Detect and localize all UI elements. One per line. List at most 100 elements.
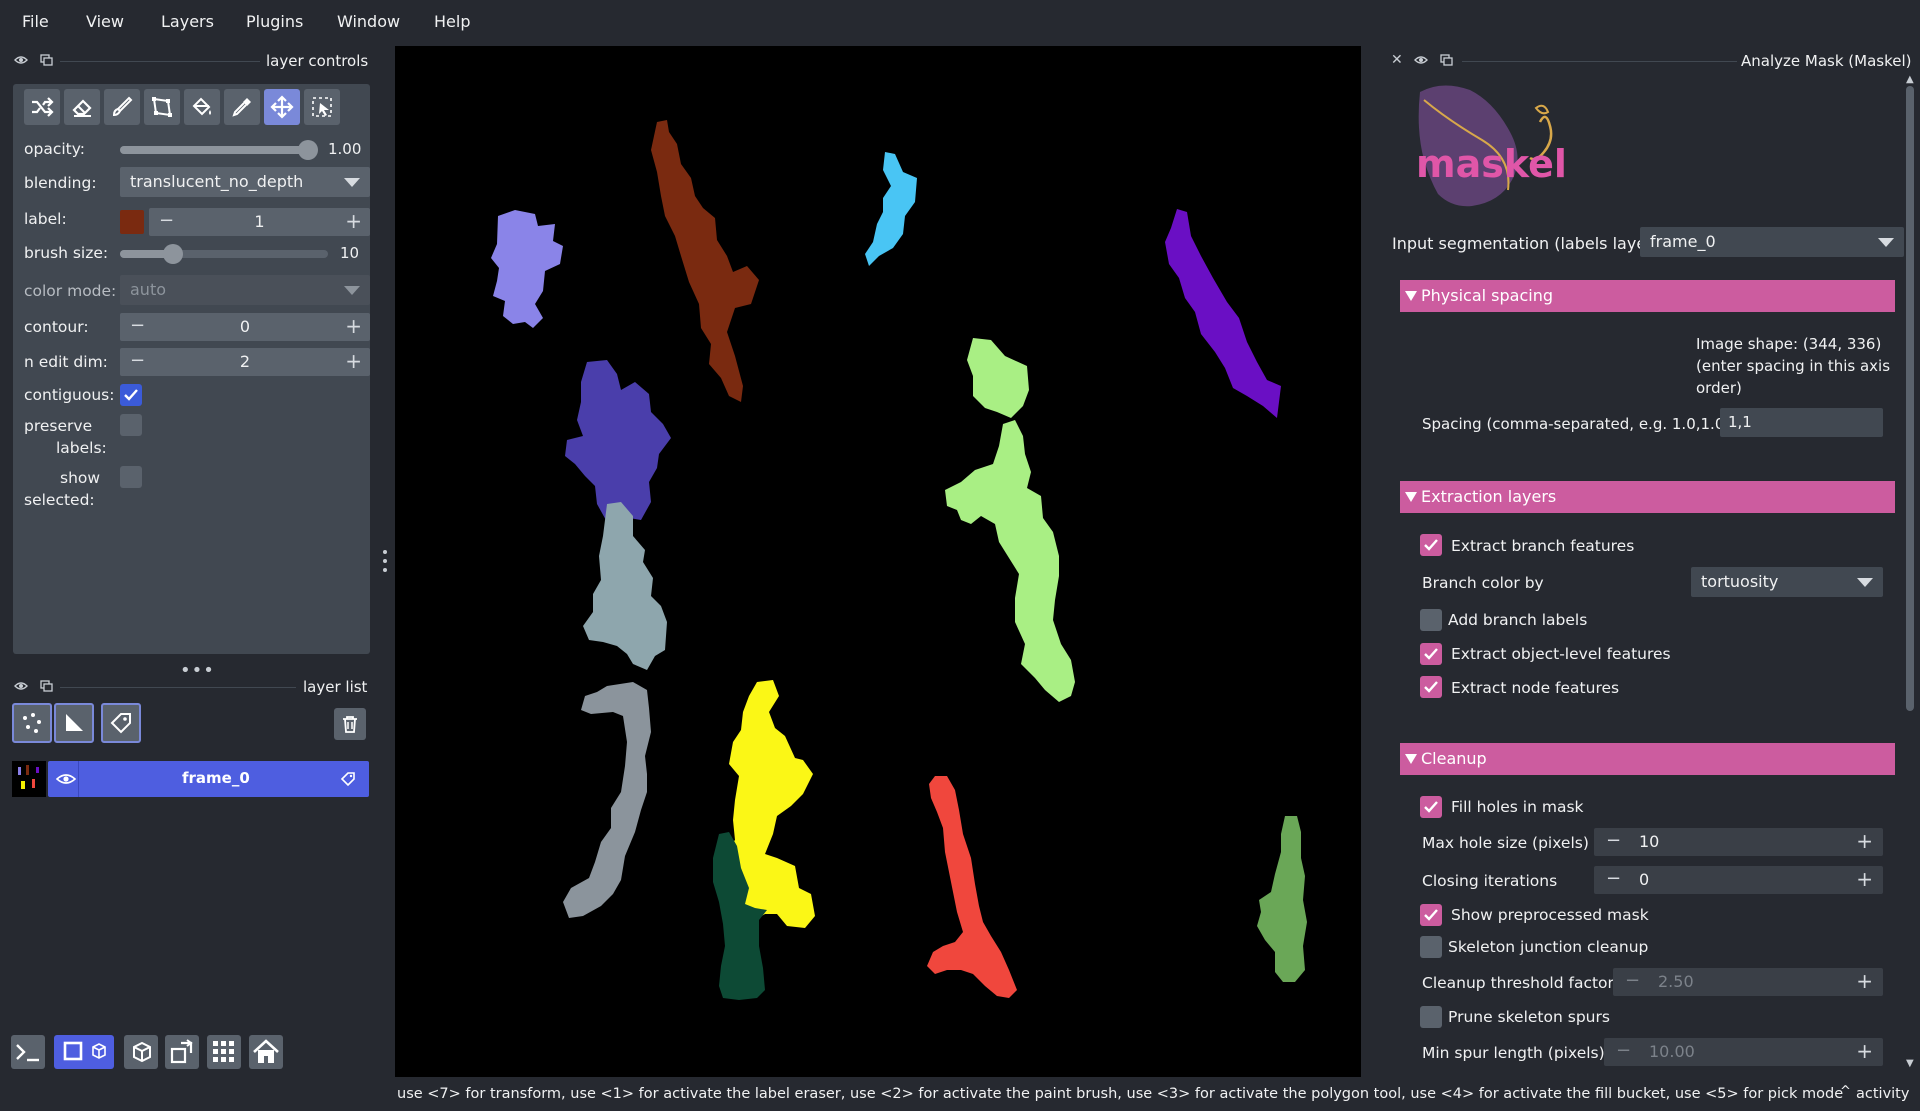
show-selected-label-line2: selected: <box>24 491 95 509</box>
extraction-layers-header[interactable]: Extraction layers <box>1400 481 1895 513</box>
branch-color-value: tortuosity <box>1701 572 1779 591</box>
input-segmentation-select[interactable]: frame_0 <box>1640 227 1904 257</box>
chevron-up-icon[interactable]: ^ <box>1840 1084 1851 1099</box>
physical-spacing-header[interactable]: Physical spacing <box>1400 280 1895 312</box>
min-spur-spinbox[interactable]: − 10.00 + <box>1604 1038 1883 1066</box>
color-mode-select[interactable]: auto <box>120 275 370 305</box>
plus-icon[interactable]: + <box>345 349 362 373</box>
menu-file[interactable]: File <box>22 12 49 31</box>
collapse-triangle-icon <box>1405 754 1417 764</box>
reset-view-button[interactable] <box>249 1035 283 1069</box>
show-preprocessed-checkbox[interactable] <box>1420 904 1442 926</box>
fill-holes-checkbox[interactable] <box>1420 796 1442 818</box>
scroll-up-arrow-icon[interactable]: ▲ <box>1906 74 1914 85</box>
plus-icon[interactable]: + <box>1856 1039 1873 1063</box>
branch-color-select[interactable]: tortuosity <box>1691 567 1883 597</box>
eye-float-icon[interactable] <box>14 54 28 66</box>
closing-iterations-label: Closing iterations <box>1422 872 1558 890</box>
delete-layer-button[interactable] <box>334 708 366 740</box>
float-window-icon[interactable] <box>40 680 53 692</box>
plus-icon[interactable]: + <box>1856 969 1873 993</box>
layer-name[interactable]: frame_0 <box>182 769 250 787</box>
label-color-swatch[interactable] <box>120 210 144 234</box>
cleanup-header[interactable]: Cleanup <box>1400 743 1895 775</box>
extract-object-checkbox[interactable] <box>1420 643 1442 665</box>
menu-help[interactable]: Help <box>434 12 470 31</box>
menu-view[interactable]: View <box>86 12 124 31</box>
vertical-splitter-left[interactable] <box>383 550 388 574</box>
menu-window[interactable]: Window <box>337 12 400 31</box>
float-window-icon[interactable] <box>40 54 53 66</box>
layer-controls-panel: opacity: 1.00 blending: translucent_no_d… <box>13 84 370 654</box>
checkmark-icon <box>1424 539 1438 551</box>
plus-icon[interactable]: + <box>1856 829 1873 853</box>
plus-icon[interactable]: + <box>345 314 362 338</box>
menu-layers[interactable]: Layers <box>161 12 214 31</box>
dock-splitter-handle[interactable]: ••• <box>180 660 215 681</box>
plus-icon[interactable]: + <box>1856 867 1873 891</box>
minus-icon[interactable]: − <box>1616 1040 1631 1061</box>
new-labels-layer-button[interactable] <box>101 703 141 743</box>
plus-icon[interactable]: + <box>345 209 362 233</box>
eyedropper-icon <box>232 98 251 117</box>
show-selected-checkbox[interactable] <box>120 466 142 488</box>
preserve-labels-label-line1: preserve <box>24 417 93 435</box>
scroll-down-arrow-icon[interactable]: ▼ <box>1906 1058 1914 1069</box>
roll-dimensions-button[interactable] <box>124 1035 158 1069</box>
close-icon[interactable]: ✕ <box>1391 52 1403 68</box>
preserve-labels-checkbox[interactable] <box>120 414 142 436</box>
extract-node-checkbox[interactable] <box>1420 676 1442 698</box>
brush-size-slider-handle[interactable] <box>163 244 183 264</box>
pick-mode-button[interactable] <box>304 89 340 125</box>
shuffle-colors-button[interactable] <box>24 89 60 125</box>
label-eraser-button[interactable] <box>64 89 100 125</box>
layer-row-frame-0[interactable]: frame_0 <box>12 761 369 797</box>
paint-brush-button[interactable] <box>104 89 140 125</box>
label-spinbox[interactable]: − 1 + <box>149 208 370 236</box>
spacing-input[interactable]: 1,1 <box>1720 408 1883 437</box>
blending-select[interactable]: translucent_no_depth <box>120 167 370 197</box>
image-shape-text-line1: Image shape: (344, 336) <box>1696 335 1882 353</box>
image-canvas[interactable] <box>395 46 1361 1077</box>
transform-button[interactable] <box>264 89 300 125</box>
menu-plugins[interactable]: Plugins <box>246 12 303 31</box>
show-preprocessed-label: Show preprocessed mask <box>1451 906 1649 924</box>
float-window-icon[interactable] <box>1440 54 1453 66</box>
eye-float-icon[interactable] <box>1414 54 1428 66</box>
activity-button[interactable]: activity <box>1856 1086 1909 1102</box>
polygon-tool-button[interactable] <box>144 89 180 125</box>
scrollbar-thumb[interactable] <box>1906 86 1914 711</box>
right-scrollbar[interactable]: ▲ ▼ <box>1905 74 1915 1074</box>
new-shapes-layer-button[interactable] <box>54 703 94 743</box>
prune-spurs-checkbox[interactable] <box>1420 1006 1442 1028</box>
opacity-slider-handle[interactable] <box>298 140 318 160</box>
eye-float-icon[interactable] <box>14 680 28 692</box>
points-icon <box>23 713 41 733</box>
visibility-eye-icon[interactable] <box>56 772 76 786</box>
console-button[interactable] <box>11 1035 45 1069</box>
n-edit-dim-spinbox[interactable]: − 2 + <box>120 348 370 376</box>
move-arrows-icon <box>270 95 294 119</box>
label-object-cyan <box>865 152 917 266</box>
status-bar: use <7> for transform, use <1> for activ… <box>0 1079 1920 1111</box>
minus-icon[interactable]: − <box>1606 830 1621 851</box>
opacity-value: 1.00 <box>328 140 362 158</box>
minus-icon[interactable]: − <box>1625 970 1640 991</box>
toggle-2d-3d-button[interactable] <box>54 1035 114 1069</box>
color-picker-button[interactable] <box>224 89 260 125</box>
max-hole-spinbox[interactable]: − 10 + <box>1594 828 1883 856</box>
junction-cleanup-checkbox[interactable] <box>1420 936 1442 958</box>
transpose-dimensions-button[interactable] <box>165 1035 199 1069</box>
new-points-layer-button[interactable] <box>12 703 52 743</box>
fill-bucket-button[interactable] <box>184 89 220 125</box>
grid-view-button[interactable] <box>207 1035 241 1069</box>
cleanup-threshold-spinbox[interactable]: − 2.50 + <box>1613 968 1883 996</box>
closing-iterations-value: 0 <box>1639 870 1650 889</box>
minus-icon[interactable]: − <box>1606 868 1621 889</box>
extract-branch-checkbox[interactable] <box>1420 534 1442 556</box>
add-branch-labels-checkbox[interactable] <box>1420 609 1442 631</box>
contiguous-checkbox[interactable] <box>120 384 142 406</box>
checkmark-icon <box>1424 681 1438 693</box>
contour-spinbox[interactable]: − 0 + <box>120 313 370 341</box>
closing-iterations-spinbox[interactable]: − 0 + <box>1594 866 1883 894</box>
